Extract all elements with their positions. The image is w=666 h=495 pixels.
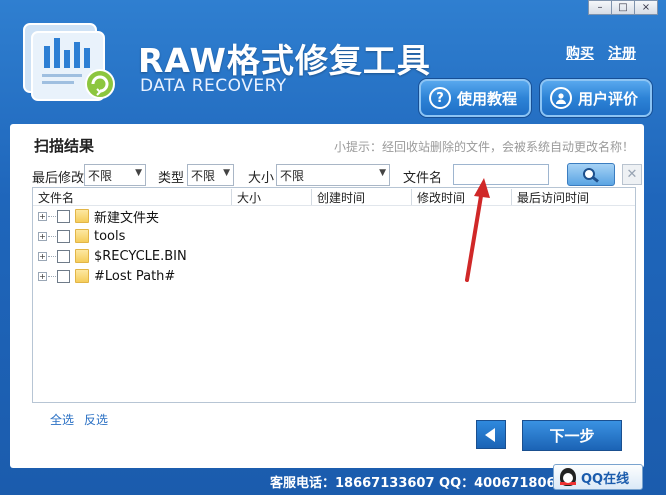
table-header: 文件名 大小 创建时间 修改时间 最后访问时间 [33, 188, 635, 206]
tree-line [48, 275, 56, 277]
top-links: 购买 注册 [566, 43, 636, 63]
row-name: #Lost Path# [94, 268, 176, 284]
column-header-accessed[interactable]: 最后访问时间 [511, 189, 615, 205]
qq-online-button[interactable]: QQ在线 [553, 464, 643, 490]
size-select[interactable]: 不限 ▼ [276, 164, 390, 186]
row-checkbox[interactable] [57, 249, 70, 263]
column-header-size[interactable]: 大小 [231, 189, 311, 205]
qq-online-label: QQ在线 [581, 471, 630, 487]
next-button[interactable]: 下一步 [522, 420, 622, 451]
row-name: tools [94, 228, 126, 244]
expand-icon[interactable]: + [38, 251, 47, 261]
search-icon [583, 167, 599, 183]
invert-selection-link[interactable]: 反选 [84, 411, 108, 428]
expand-icon[interactable]: + [38, 231, 47, 241]
maximize-button[interactable]: □ [611, 0, 635, 15]
user-icon [550, 87, 572, 109]
expand-icon[interactable]: + [38, 271, 47, 281]
qq-penguin-icon [560, 468, 576, 486]
chevron-down-icon: ▼ [223, 168, 230, 178]
table-row[interactable]: + #Lost Path# [33, 266, 635, 286]
app-title: RAW格式修复工具 [138, 41, 431, 80]
file-table: 文件名 大小 创建时间 修改时间 最后访问时间 + 新建文件夹 + tools … [32, 187, 636, 403]
type-label: 类型 [158, 171, 185, 186]
table-row[interactable]: + 新建文件夹 [33, 206, 635, 226]
type-select-value: 不限 [191, 168, 216, 183]
close-button[interactable]: × [634, 0, 658, 15]
window-controls: – □ × [588, 0, 658, 15]
filter-bar: 最后修改 不限 ▼ 类型 不限 ▼ 大小 不限 ▼ 文件名 ✕ [32, 163, 642, 186]
row-checkbox[interactable] [57, 229, 70, 243]
folder-icon [75, 249, 89, 263]
search-button[interactable] [567, 163, 615, 186]
filename-label: 文件名 [403, 171, 443, 186]
row-checkbox[interactable] [57, 209, 70, 223]
folder-icon [75, 229, 89, 243]
row-checkbox[interactable] [57, 269, 70, 283]
tree-line [48, 215, 56, 217]
tutorial-button-label: 使用教程 [457, 89, 518, 108]
back-button[interactable] [476, 420, 506, 449]
close-icon: ✕ [626, 167, 638, 182]
modified-select-value: 不限 [88, 168, 113, 183]
app-window: – □ × RAW格式修复工具 DATA RECOVERY 购买 注册 ? 使用… [0, 0, 666, 495]
tree-line [48, 235, 56, 237]
review-button-label: 用户评价 [578, 89, 639, 108]
type-select[interactable]: 不限 ▼ [187, 164, 234, 186]
contact-info: 客服电话：18667133607 QQ：4006718068 [270, 476, 565, 491]
scan-results-panel: 扫描结果 小提示：经回收站删除的文件，会被系统自动更改名称！ 最后修改 不限 ▼… [10, 124, 644, 468]
row-name: 新建文件夹 [94, 210, 160, 226]
expand-icon[interactable]: + [38, 211, 47, 221]
hint-text: 小提示：经回收站删除的文件，会被系统自动更改名称！ [333, 140, 634, 154]
table-row[interactable]: + $RECYCLE.BIN [33, 246, 635, 266]
tutorial-button[interactable]: ? 使用教程 [419, 79, 531, 117]
register-link[interactable]: 注册 [608, 43, 636, 63]
table-row[interactable]: + tools [33, 226, 635, 246]
select-all-link[interactable]: 全选 [50, 411, 74, 428]
folder-icon [75, 209, 89, 223]
app-logo-icon [23, 23, 115, 101]
row-name: $RECYCLE.BIN [94, 248, 187, 264]
clear-button[interactable]: ✕ [622, 164, 642, 185]
arrow-left-icon [485, 427, 495, 442]
review-button[interactable]: 用户评价 [540, 79, 652, 117]
selection-links: 全选 反选 [50, 411, 108, 428]
panel-title: 扫描结果 [34, 137, 95, 155]
modified-label: 最后修改 [32, 171, 85, 186]
size-select-value: 不限 [280, 168, 305, 183]
folder-icon [75, 269, 89, 283]
app-subtitle: DATA RECOVERY [140, 76, 287, 96]
column-header-name[interactable]: 文件名 [33, 189, 231, 205]
chevron-down-icon: ▼ [379, 168, 386, 178]
size-label: 大小 [248, 171, 275, 186]
minimize-button[interactable]: – [588, 0, 612, 15]
tree-line [48, 255, 56, 257]
buy-link[interactable]: 购买 [566, 43, 594, 63]
column-header-created[interactable]: 创建时间 [311, 189, 411, 205]
annotation-arrow-icon [465, 178, 490, 282]
question-icon: ? [429, 87, 451, 109]
modified-select[interactable]: 不限 ▼ [84, 164, 146, 186]
chevron-down-icon: ▼ [135, 168, 142, 178]
